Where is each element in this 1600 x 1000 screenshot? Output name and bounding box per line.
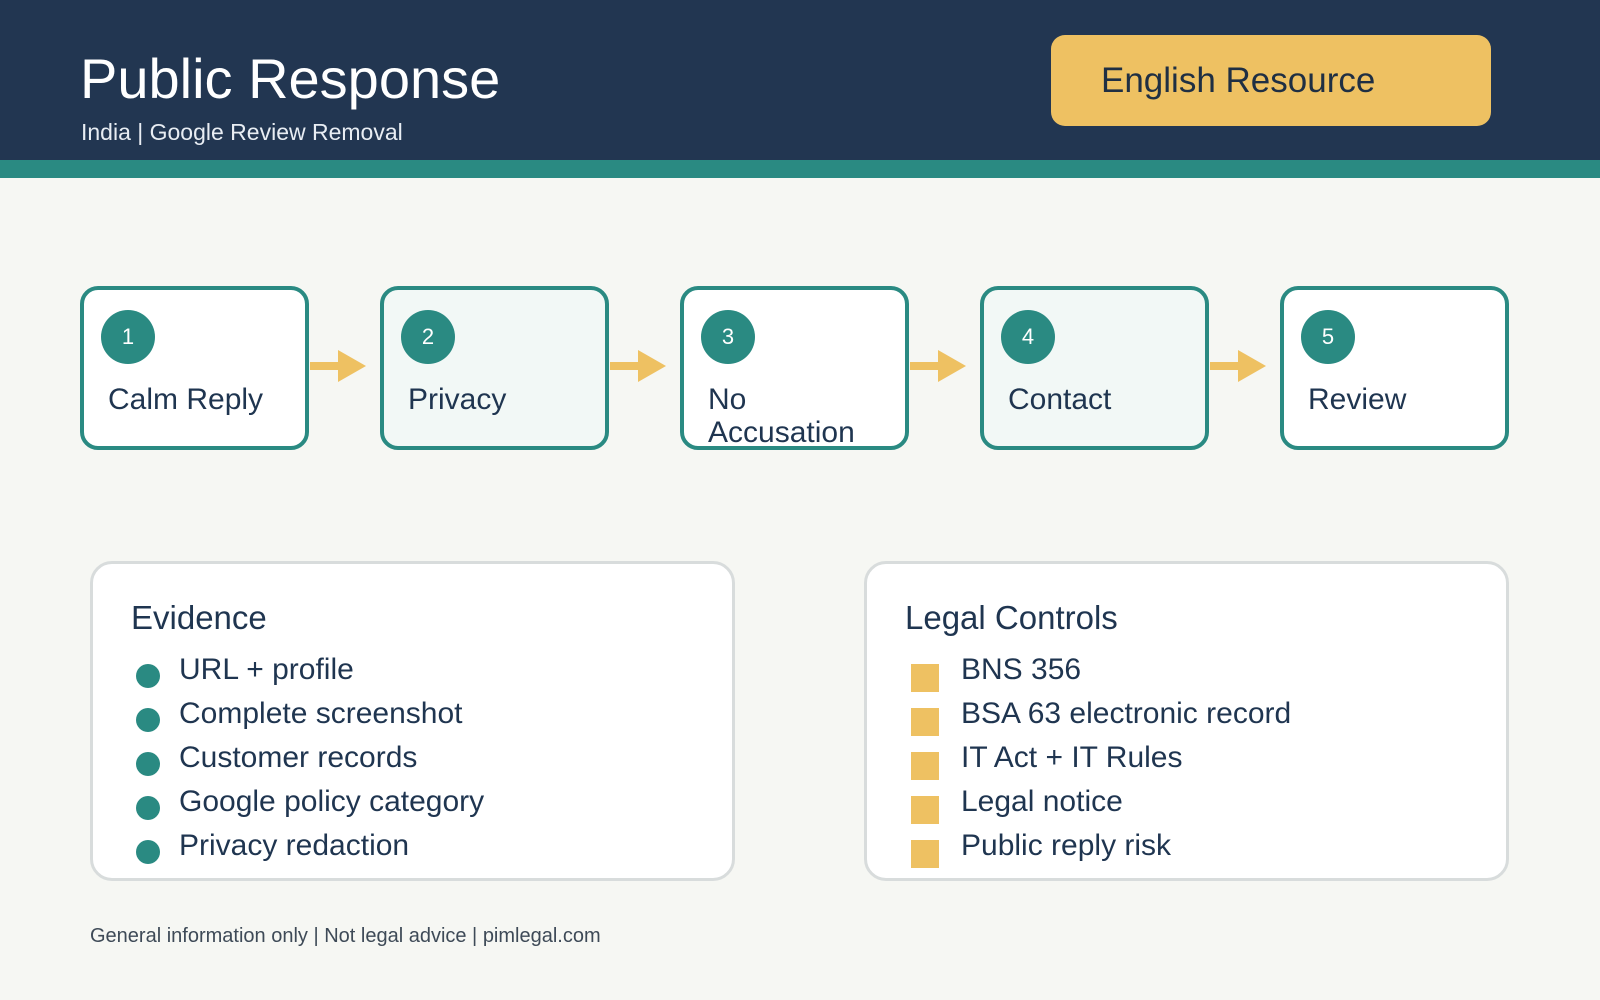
legal-controls-panel: Legal Controls BNS 356 BSA 63 electronic…: [864, 561, 1509, 881]
evidence-item-text: Customer records: [179, 741, 418, 774]
step-number-badge: 1: [101, 310, 155, 364]
language-badge-label: English Resource: [1101, 60, 1376, 100]
step-review: 5 Review: [1280, 286, 1509, 450]
legal-controls-list: BNS 356 BSA 63 electronic record IT Act …: [867, 648, 1506, 868]
legal-controls-title: Legal Controls: [905, 599, 1118, 636]
evidence-item-text: Google policy category: [179, 785, 485, 818]
legal-control-item: Legal notice: [867, 780, 1506, 824]
evidence-item-text: Privacy redaction: [179, 829, 410, 862]
evidence-item: Google policy category: [93, 780, 732, 824]
evidence-title: Evidence: [131, 599, 267, 636]
legal-control-item-text: IT Act + IT Rules: [961, 741, 1183, 774]
legal-control-item-text: Public reply risk: [961, 829, 1172, 862]
step-number-badge: 5: [1301, 310, 1355, 364]
bullet-square-icon: [911, 840, 939, 868]
step-label: Review: [1308, 383, 1407, 416]
flow-arrow-icon: [310, 350, 366, 382]
step-no-accusation: 3 No Accusation: [680, 286, 909, 450]
evidence-panel: Evidence URL + profile Complete screensh…: [90, 561, 735, 881]
step-number-badge: 4: [1001, 310, 1055, 364]
evidence-item: URL + profile: [93, 648, 732, 692]
page-subtitle: India | Google Review Removal: [81, 119, 403, 145]
legal-control-item: Public reply risk: [867, 824, 1506, 868]
bullet-dot-icon: [136, 752, 160, 776]
evidence-item-text: URL + profile: [179, 653, 354, 686]
page-title: Public Response: [80, 47, 501, 110]
step-label: No Accusation: [708, 383, 855, 449]
legal-control-item-text: BNS 356: [961, 653, 1082, 686]
step-privacy: 2 Privacy: [380, 286, 609, 450]
bullet-dot-icon: [136, 664, 160, 688]
step-label: Calm Reply: [108, 383, 264, 416]
legal-control-item: BSA 63 electronic record: [867, 692, 1506, 736]
evidence-list: URL + profile Complete screenshot Custom…: [93, 648, 732, 868]
legal-control-item-text: Legal notice: [961, 785, 1123, 818]
flow-arrow-icon: [1210, 350, 1266, 382]
flow-arrow-icon: [910, 350, 966, 382]
language-badge: English Resource: [1051, 35, 1491, 126]
bullet-square-icon: [911, 752, 939, 780]
step-contact: 4 Contact: [980, 286, 1209, 450]
step-calm-reply: 1 Calm Reply: [80, 286, 309, 450]
legal-control-item: IT Act + IT Rules: [867, 736, 1506, 780]
step-number-badge: 2: [401, 310, 455, 364]
evidence-item: Complete screenshot: [93, 692, 732, 736]
legal-control-item: BNS 356: [867, 648, 1506, 692]
bullet-dot-icon: [136, 840, 160, 864]
bullet-square-icon: [911, 708, 939, 736]
bullet-dot-icon: [136, 796, 160, 820]
step-label: Privacy: [408, 383, 507, 416]
bullet-dot-icon: [136, 708, 160, 732]
evidence-item: Customer records: [93, 736, 732, 780]
evidence-item-text: Complete screenshot: [179, 697, 463, 730]
evidence-item: Privacy redaction: [93, 824, 732, 868]
header-accent-stripe: [0, 160, 1600, 178]
bullet-square-icon: [911, 664, 939, 692]
step-number-badge: 3: [701, 310, 755, 364]
footer-disclaimer: General information only | Not legal adv…: [90, 925, 601, 947]
legal-control-item-text: BSA 63 electronic record: [961, 697, 1292, 730]
flow-arrow-icon: [610, 350, 666, 382]
step-label: Contact: [1008, 383, 1112, 416]
bullet-square-icon: [911, 796, 939, 824]
